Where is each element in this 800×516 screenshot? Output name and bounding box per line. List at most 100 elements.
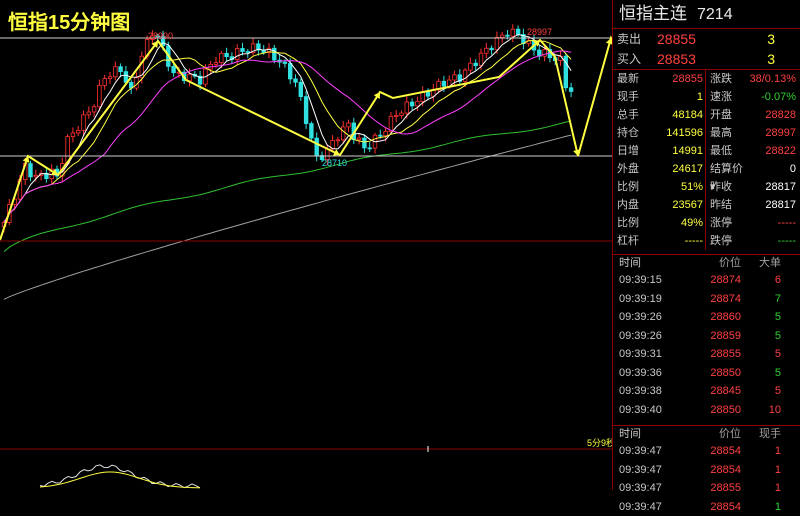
stat-value: ----- xyxy=(744,232,796,250)
stat-cell: 速涨-0.07% xyxy=(706,88,798,106)
candle-body xyxy=(495,37,499,49)
sell-quote[interactable]: 卖出 28855 3 xyxy=(613,29,800,49)
buy-quote[interactable]: 买入 28853 3 xyxy=(613,49,800,70)
stat-cell: 外盘24617 xyxy=(613,160,706,178)
stat-key: 比例 xyxy=(613,214,651,232)
tick-row[interactable]: 09:39:47288541 xyxy=(613,442,800,461)
trades-header-qty: 大单 xyxy=(741,255,781,271)
stat-key: 速涨 xyxy=(706,88,744,106)
stat-value: ----- xyxy=(651,232,703,250)
row-time: 09:39:47 xyxy=(613,461,691,480)
trade-row[interactable]: 09:39:31288555 xyxy=(613,345,800,364)
candle-body xyxy=(463,70,467,81)
candle-body xyxy=(500,35,504,37)
stat-value: 28828 xyxy=(744,106,796,124)
sell-volume: 3 xyxy=(735,29,775,49)
row-qty: 1 xyxy=(741,479,781,498)
row-price: 28854 xyxy=(691,461,741,480)
stat-cell: 昨收28817 xyxy=(706,178,798,196)
row-time: 09:39:26 xyxy=(613,327,691,346)
trade-row[interactable]: 09:39:26288595 xyxy=(613,327,800,346)
stats-row: 外盘24617结算价▾0 xyxy=(613,160,800,178)
instrument-name: 恒指主连 xyxy=(619,4,687,23)
stat-value: 28997 xyxy=(744,124,796,142)
candle-body xyxy=(410,102,414,106)
row-qty: 10 xyxy=(741,401,781,420)
row-time: 09:39:47 xyxy=(613,498,691,516)
candle-body xyxy=(511,29,515,36)
peak2-label: 28997 xyxy=(527,27,552,37)
row-qty: 7 xyxy=(741,290,781,309)
candlestick-chart: 28990 28997 28710 5分9秒 xyxy=(0,0,612,490)
instrument-code: 7214 xyxy=(697,6,733,23)
candle-body xyxy=(490,48,494,49)
row-time: 09:39:36 xyxy=(613,364,691,383)
candle-body xyxy=(188,74,192,80)
stat-value: 28817 xyxy=(744,196,796,214)
stat-cell: 总手48184 xyxy=(613,106,706,124)
tick-row[interactable]: 09:39:47288551 xyxy=(613,479,800,498)
candle-body xyxy=(71,133,75,137)
trade-row[interactable]: 09:39:36288505 xyxy=(613,364,800,383)
row-qty: 5 xyxy=(741,382,781,401)
row-price: 28850 xyxy=(691,401,741,420)
sell-price: 28855 xyxy=(657,29,735,49)
timer-label: 5分9秒 xyxy=(587,437,612,448)
row-qty: 6 xyxy=(741,271,781,290)
stat-value: 0 xyxy=(744,160,796,178)
candle-body xyxy=(103,79,107,86)
candle-body xyxy=(304,97,308,124)
stat-value: 28855 xyxy=(651,70,703,88)
instrument-title: 恒指主连 7214 xyxy=(613,0,800,29)
trade-row[interactable]: 09:39:38288455 xyxy=(613,382,800,401)
candle-body xyxy=(400,113,404,115)
candle-body xyxy=(453,75,457,80)
stat-key: 总手 xyxy=(613,106,651,124)
buy-price: 28853 xyxy=(657,49,735,69)
candle-body xyxy=(474,63,478,65)
candle-body xyxy=(299,82,303,96)
ticks-header-price: 价位 xyxy=(691,426,741,442)
stat-key: 涨停 xyxy=(706,214,744,232)
stat-cell: 开盘28828 xyxy=(706,106,798,124)
stat-value: ----- xyxy=(744,214,796,232)
stats-row: 比例51%昨收28817 xyxy=(613,178,800,196)
trades-header: 时间 价位 大单 xyxy=(613,255,800,271)
trade-row[interactable]: 09:39:26288605 xyxy=(613,308,800,327)
trades-list[interactable]: 09:39:1528874609:39:1928874709:39:262886… xyxy=(613,271,800,426)
row-time: 09:39:47 xyxy=(613,442,691,461)
stat-key: 结算价▾ xyxy=(706,160,744,178)
trade-row[interactable]: 09:39:15288746 xyxy=(613,271,800,290)
stat-key: 比例 xyxy=(613,178,651,196)
stat-value: 49% xyxy=(651,214,703,232)
trade-row[interactable]: 09:39:402885010 xyxy=(613,401,800,420)
stat-cell: 内盘23567 xyxy=(613,196,706,214)
candle-body xyxy=(479,53,483,65)
stat-value: 14991 xyxy=(651,142,703,160)
row-price: 28854 xyxy=(691,442,741,461)
ticks-list[interactable]: 09:39:4728854109:39:4728854109:39:472885… xyxy=(613,442,800,516)
row-qty: 1 xyxy=(741,461,781,480)
stat-key: 开盘 xyxy=(706,106,744,124)
row-time: 09:39:38 xyxy=(613,382,691,401)
stat-value: 38/0.13% xyxy=(744,70,796,88)
trade-row[interactable]: 09:39:19288747 xyxy=(613,290,800,309)
candle-body xyxy=(384,132,388,136)
stats-row: 最新28855涨跌38/0.13% xyxy=(613,70,800,88)
candle-body xyxy=(416,102,420,106)
candle-body xyxy=(288,63,292,78)
stat-cell: 杠杆----- xyxy=(613,232,706,250)
tick-row[interactable]: 09:39:47288541 xyxy=(613,461,800,480)
row-qty: 1 xyxy=(741,442,781,461)
tick-row[interactable]: 09:39:47288541 xyxy=(613,498,800,516)
candle-body xyxy=(569,88,573,92)
candle-body xyxy=(225,53,229,56)
stat-key: 跌停 xyxy=(706,232,744,250)
stats-table: 最新28855涨跌38/0.13%现手1速涨-0.07%总手48184开盘288… xyxy=(613,70,800,255)
stat-cell: 涨停----- xyxy=(706,214,798,232)
candle-body xyxy=(394,116,398,117)
stat-key: 昨结 xyxy=(706,196,744,214)
stat-value: 1 xyxy=(651,88,703,106)
candle-body xyxy=(315,138,319,155)
ticks-header: 时间 价位 现手 xyxy=(613,426,800,442)
